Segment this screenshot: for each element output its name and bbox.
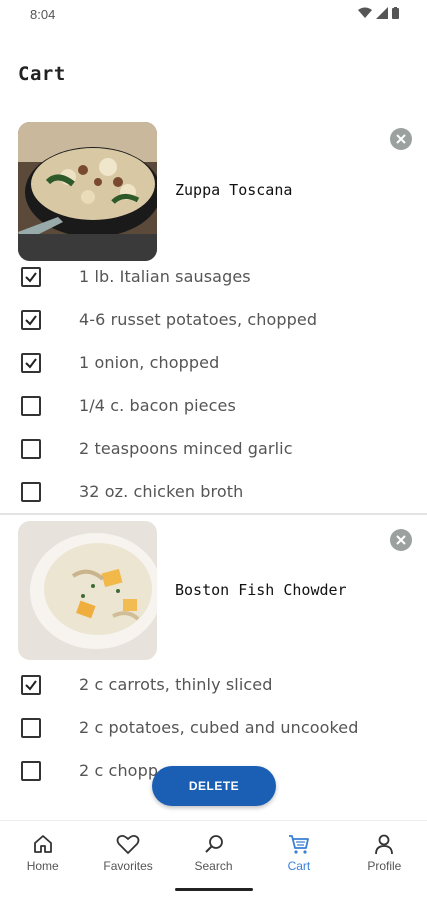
wifi-icon [358, 7, 372, 18]
close-icon [396, 535, 406, 545]
ingredient-item: 1 lb. Italian sausages [0, 255, 427, 298]
ingredient-item: 2 c carrots, thinly sliced [0, 663, 427, 706]
home-indicator [175, 888, 253, 891]
ingredient-checkbox[interactable] [21, 717, 41, 738]
search-icon [204, 835, 223, 853]
ingredient-label: 2 c potatoes, cubed and uncooked [79, 718, 359, 737]
status-time: 8:04 [30, 7, 56, 22]
status-icons [358, 7, 399, 19]
cart-list[interactable]: Zuppa Toscana 1 lb. Italian sausages 4-6… [0, 105, 427, 820]
ingredient-label: 32 oz. chicken broth [79, 482, 244, 501]
ingredient-list: 1 lb. Italian sausages 4-6 russet potato… [0, 255, 427, 513]
remove-recipe-button[interactable] [390, 529, 412, 551]
cart-icon [288, 835, 309, 854]
status-bar: 8:04 [0, 0, 427, 30]
ingredient-checkbox[interactable] [21, 674, 41, 695]
ingredient-label: 1 onion, chopped [79, 353, 220, 372]
page-title: Cart [18, 63, 66, 85]
check-icon [25, 357, 37, 369]
ingredient-checkbox[interactable] [21, 352, 41, 373]
recipe-header: Boston Fish Chowder [0, 515, 427, 665]
ingredient-item: 2 c potatoes, cubed and uncooked [0, 706, 427, 749]
nav-item-cart[interactable]: Cart [256, 821, 341, 900]
nav-label: Cart [287, 859, 311, 873]
ingredient-label: 2 c carrots, thinly sliced [79, 675, 273, 694]
ingredient-checkbox[interactable] [21, 309, 41, 330]
home-icon [33, 835, 52, 853]
nav-item-favorites[interactable]: Favorites [85, 821, 170, 900]
recipe-image-boston-fish-chowder [18, 521, 157, 660]
recipe-name: Boston Fish Chowder [175, 581, 347, 599]
nav-item-home[interactable]: Home [0, 821, 85, 900]
close-icon [396, 134, 406, 144]
check-icon [25, 679, 37, 691]
ingredient-label: 1/4 c. bacon pieces [79, 396, 236, 415]
nav-item-profile[interactable]: Profile [342, 821, 427, 900]
nav-label: Search [194, 859, 233, 873]
nav-label: Profile [367, 859, 402, 873]
check-icon [25, 271, 37, 283]
ingredient-item: 1/4 c. bacon pieces [0, 384, 427, 427]
recipe-card: Zuppa Toscana 1 lb. Italian sausages 4-6… [0, 105, 427, 513]
heart-icon [116, 834, 140, 854]
ingredient-item: 4-6 russet potatoes, chopped [0, 298, 427, 341]
recipe-name: Zuppa Toscana [175, 181, 293, 199]
ingredient-checkbox[interactable] [21, 266, 41, 287]
ingredient-item: 1 onion, chopped [0, 341, 427, 384]
ingredient-checkbox[interactable] [21, 438, 41, 459]
ingredient-checkbox[interactable] [21, 481, 41, 502]
check-icon [25, 314, 37, 326]
ingredient-label: 2 teaspoons minced garlic [79, 439, 293, 458]
recipe-header: Zuppa Toscana [0, 105, 427, 261]
remove-recipe-button[interactable] [390, 128, 412, 150]
battery-icon [392, 7, 399, 19]
ingredient-label: 1 lb. Italian sausages [79, 267, 251, 286]
ingredient-checkbox[interactable] [21, 760, 41, 781]
recipe-card: Boston Fish Chowder 2 c carrots, thinly … [0, 515, 427, 792]
ingredient-label: 4-6 russet potatoes, chopped [79, 310, 318, 329]
ingredient-label: 2 c chopp [79, 761, 159, 780]
delete-button[interactable]: DELETE [152, 766, 276, 806]
ingredient-item: 32 oz. chicken broth [0, 470, 427, 513]
recipe-image-zuppa-toscana [18, 122, 157, 261]
person-icon [375, 834, 394, 855]
ingredient-item: 2 teaspoons minced garlic [0, 427, 427, 470]
nav-label: Favorites [103, 859, 153, 873]
ingredient-checkbox[interactable] [21, 395, 41, 416]
signal-icon [376, 7, 388, 19]
nav-label: Home [26, 859, 59, 873]
